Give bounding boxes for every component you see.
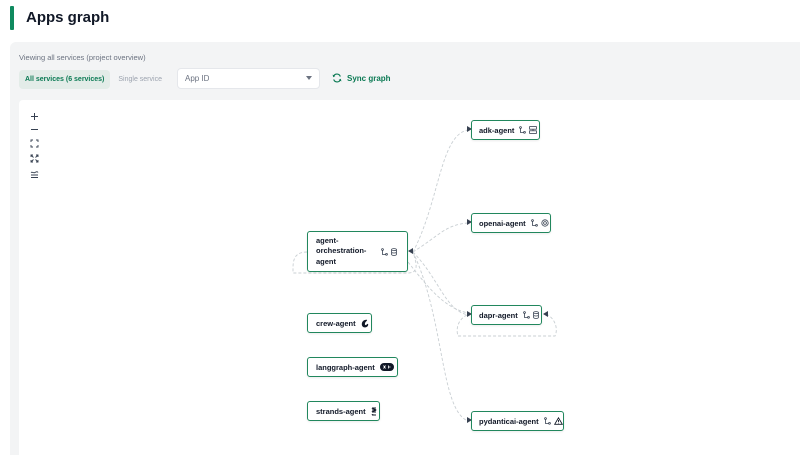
node-icons [519,126,538,134]
node-label: adk-agent [479,125,515,135]
node-icons [522,311,539,319]
langgraph-icon [379,363,394,371]
node-openai-agent[interactable]: openai-agent [471,213,551,233]
node-icons [361,319,369,328]
node-label: pydanticai-agent [479,416,539,426]
git-branch-icon [381,247,389,256]
git-branch-icon [530,219,538,227]
node-label: dapr-agent [479,310,518,320]
database-icon [532,311,539,319]
node-label-line: agent- [316,235,339,245]
edge-orchestrator-dapr [412,251,469,316]
node-label: crew-agent [316,318,356,328]
git-branch-icon [543,417,551,425]
node-label: strands-agent [316,406,366,416]
edge-orchestrator-openai [412,222,469,253]
crew-icon [361,319,368,327]
workflow-icon [529,126,538,134]
node-icons [381,247,398,256]
graph-edges [292,129,557,422]
node-icons [543,417,563,425]
orchestrator-source-handle[interactable] [408,248,413,254]
node-crew-agent[interactable]: crew-agent [307,313,372,333]
edge-orchestrator-adk [412,129,469,253]
dapr-source-handle[interactable] [543,311,548,317]
git-branch-icon [519,126,527,134]
openai-icon [541,219,549,227]
database-icon [391,247,398,256]
edge-orchestrator-dapr-secondary [407,261,469,314]
node-label-line: agent [316,256,337,266]
node-pydanticai-agent[interactable]: pydanticai-agent [471,411,564,431]
git-branch-icon [522,311,530,319]
node-label: agent- orchestration- agent [316,236,366,268]
node-label: openai-agent [479,218,526,228]
warning-triangle-icon [553,417,563,425]
node-adk-agent[interactable]: adk-agent [471,120,540,140]
edge-orchestrator-pydanticai [412,251,469,422]
node-icons [530,219,549,227]
node-agent-orchestration-agent[interactable]: agent- orchestration- agent [307,231,408,272]
node-dapr-agent[interactable]: dapr-agent [471,305,542,325]
node-strands-agent[interactable]: strands-agent [307,401,380,421]
node-label-line: orchestration- [316,246,367,256]
node-langgraph-agent[interactable]: langgraph-agent [307,357,398,377]
node-icons [379,363,394,371]
node-icons [371,407,377,416]
strands-icon [371,407,377,415]
node-label: langgraph-agent [316,362,375,372]
